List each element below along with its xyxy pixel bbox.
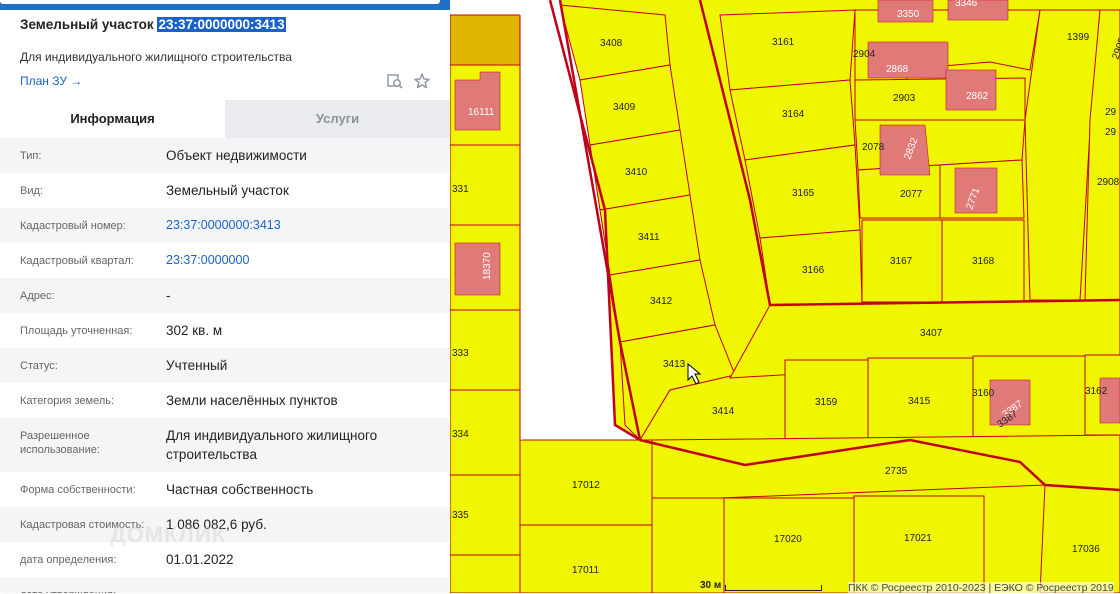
- info-row-value-link[interactable]: 23:37:0000000:3413: [166, 216, 436, 235]
- svg-text:17011: 17011: [572, 565, 600, 576]
- svg-text:3350: 3350: [897, 9, 920, 20]
- svg-text:3407: 3407: [920, 328, 943, 339]
- info-row-value: Частная собственность: [166, 482, 314, 497]
- svg-text:2868: 2868: [886, 64, 909, 75]
- info-row-value: 01.01.2022: [166, 552, 234, 567]
- svg-text:17012: 17012: [572, 480, 600, 491]
- info-row-key: дата утверждения:: [20, 588, 155, 593]
- info-row-key: Кадастровый квартал:: [20, 255, 134, 267]
- tab-services[interactable]: Услуги: [225, 100, 450, 138]
- svg-text:3413: 3413: [663, 359, 686, 370]
- svg-text:3346: 3346: [955, 0, 978, 9]
- map-scale-bar: [725, 585, 822, 591]
- svg-text:2903: 2903: [893, 93, 916, 104]
- svg-text:18370: 18370: [482, 252, 493, 280]
- info-row: Разрешенное использование: Для индивидуал…: [0, 418, 450, 472]
- info-row-value: 302 кв. м: [166, 323, 223, 338]
- info-row-key: Вид:: [20, 185, 43, 197]
- info-row-key: Статус:: [20, 360, 58, 372]
- map-search-icon[interactable]: [386, 72, 404, 90]
- info-row-key: Тип:: [20, 150, 42, 162]
- svg-text:2735: 2735: [885, 466, 908, 477]
- svg-text:17036: 17036: [1072, 544, 1100, 555]
- svg-text:3410: 3410: [625, 167, 648, 178]
- object-subtitle: Для индивидуального жилищного строительс…: [20, 50, 292, 64]
- svg-text:3412: 3412: [650, 296, 673, 307]
- svg-text:3414: 3414: [712, 406, 735, 417]
- info-row-key: Категория земель:: [20, 395, 115, 407]
- svg-text:3160: 3160: [972, 388, 995, 399]
- svg-text:3411: 3411: [638, 232, 660, 243]
- map-copyright: ПКК © Росреестр 2010-2023 | ЕЭКО © Росре…: [848, 582, 1114, 594]
- svg-text:3164: 3164: [782, 109, 805, 120]
- svg-text:3409: 3409: [613, 102, 636, 113]
- info-row-value: Земли населённых пунктов: [166, 393, 338, 408]
- svg-text:16111: 16111: [468, 107, 495, 118]
- info-row-key: Кадастровый номер:: [20, 220, 126, 232]
- tab-information[interactable]: Информация: [0, 100, 225, 138]
- info-row: Форма собственности: Частная собственност…: [0, 472, 450, 507]
- panel-tabs: Информация Услуги: [0, 100, 450, 138]
- svg-text:3408: 3408: [600, 38, 623, 49]
- info-row-key: Адрес:: [20, 290, 55, 302]
- info-row: Статус: Учтенный: [0, 348, 450, 383]
- info-row-value: Объект недвижимости: [166, 148, 307, 163]
- info-row-key: Разрешенное использование:: [20, 430, 100, 456]
- svg-text:3159: 3159: [815, 397, 838, 408]
- star-icon[interactable]: [413, 72, 431, 90]
- plan-zu-link[interactable]: План ЗУ →: [20, 74, 82, 88]
- svg-text:3168: 3168: [972, 256, 995, 267]
- svg-text:3161: 3161: [772, 37, 795, 48]
- info-row: Тип: Объект недвижимости: [0, 138, 450, 173]
- map-scale-label: 30 м: [700, 580, 722, 591]
- svg-text:2077: 2077: [900, 189, 923, 200]
- info-row-key: Площадь уточненная:: [20, 325, 133, 337]
- info-panel: Земельный участок 23:37:0000000:3413 Для…: [0, 0, 450, 593]
- svg-text:17021: 17021: [904, 533, 932, 544]
- info-row: Вид: Земельный участок: [0, 173, 450, 208]
- svg-text:2862: 2862: [966, 91, 989, 102]
- info-row: Категория земель: Земли населённых пункто…: [0, 383, 450, 418]
- info-row-value: -: [166, 288, 171, 303]
- info-row: Кадастровый номер: 23:37:0000000:3413: [0, 208, 450, 243]
- info-row-value: Земельный участок: [166, 183, 289, 198]
- svg-text:17020: 17020: [774, 534, 802, 545]
- object-title-number[interactable]: 23:37:0000000:3413: [157, 17, 286, 32]
- search-bar-strip[interactable]: [0, 0, 450, 10]
- svg-text:2078: 2078: [862, 142, 885, 153]
- svg-text:2908: 2908: [1097, 177, 1120, 188]
- object-title-prefix: Земельный участок: [20, 17, 154, 32]
- svg-text:3415: 3415: [908, 396, 931, 407]
- info-row-key: дата определения:: [20, 554, 117, 566]
- info-row-key: Форма собственности:: [20, 484, 136, 496]
- svg-text:3165: 3165: [792, 188, 815, 199]
- svg-text:3162: 3162: [1085, 386, 1108, 397]
- info-row-value: Учтенный: [166, 358, 228, 373]
- svg-text:333: 333: [452, 348, 469, 359]
- info-row: Адрес: -: [0, 278, 450, 313]
- svg-text:334: 334: [452, 429, 469, 440]
- svg-text:3166: 3166: [802, 265, 825, 276]
- info-row: дата утверждения:: [0, 577, 450, 593]
- info-row-value: Для индивидуального жилищного строительс…: [166, 428, 378, 462]
- info-row: Площадь уточненная: 302 кв. м: [0, 313, 450, 348]
- svg-text:335: 335: [452, 510, 469, 521]
- svg-text:29: 29: [1105, 107, 1117, 118]
- svg-text:3167: 3167: [890, 256, 913, 267]
- svg-text:2904: 2904: [853, 49, 876, 60]
- svg-text:29: 29: [1105, 127, 1117, 138]
- info-row-value-link[interactable]: 23:37:0000000: [166, 251, 436, 270]
- info-row: Кадастровый квартал: 23:37:0000000: [0, 243, 450, 278]
- watermark: ДОМКЛИК: [110, 522, 227, 547]
- svg-text:331: 331: [452, 184, 469, 195]
- object-title: Земельный участок 23:37:0000000:3413: [20, 17, 286, 32]
- svg-text:1399: 1399: [1067, 32, 1090, 43]
